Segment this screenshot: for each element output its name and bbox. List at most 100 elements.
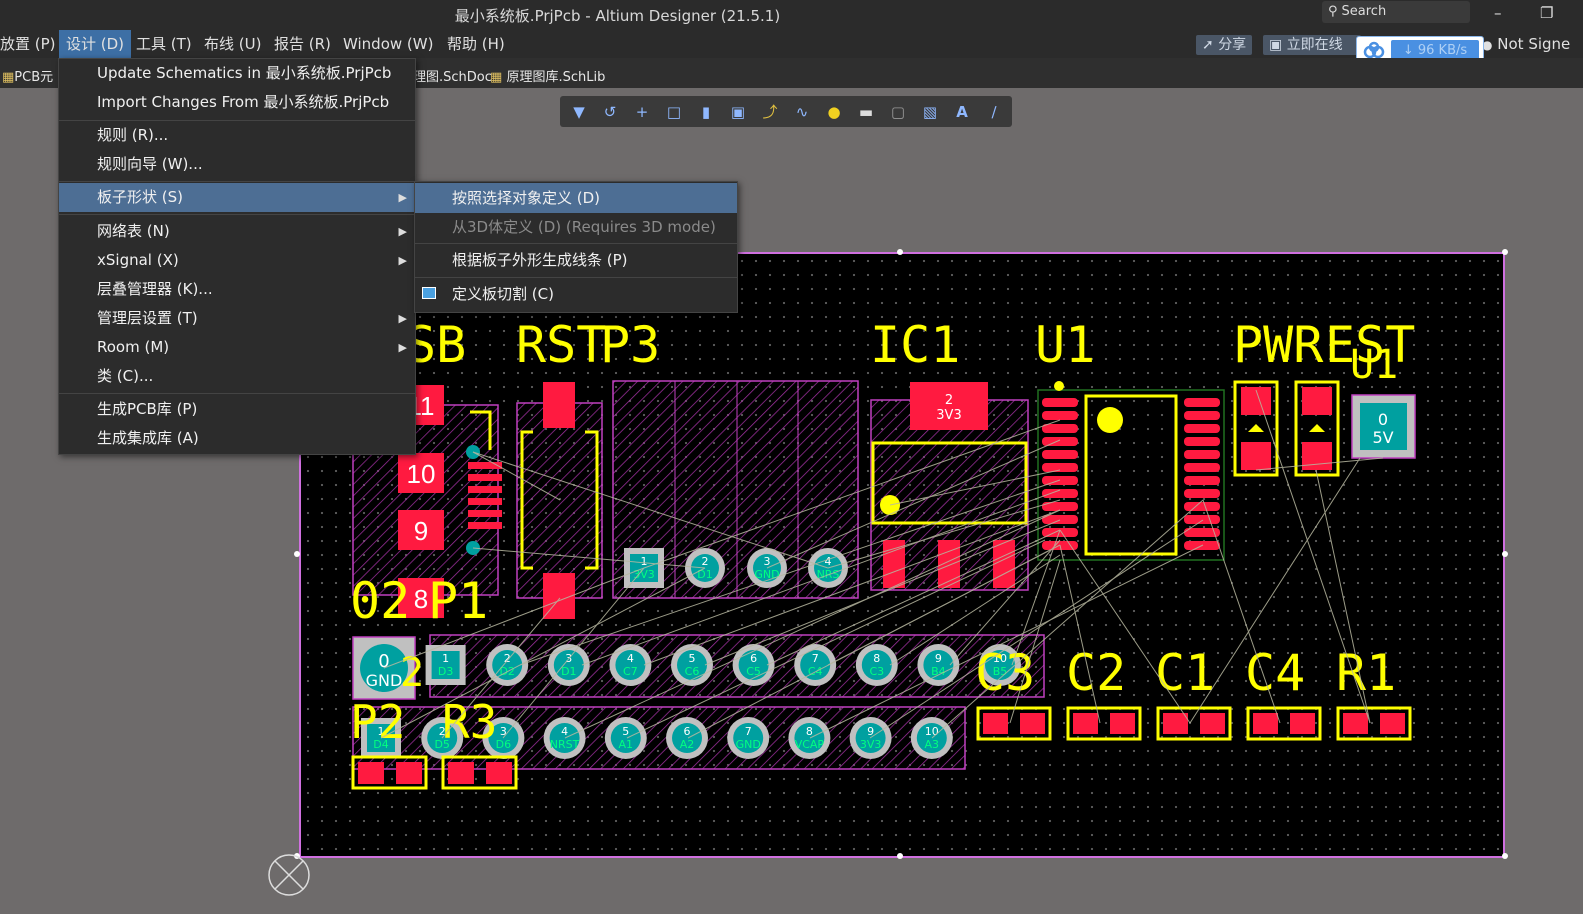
smd-pad [1163,713,1188,734]
menu-item-label: 规则 (R)... [97,126,169,144]
u1-pads [1042,398,1220,550]
menu-item-rules[interactable]: 规则 (R)... [59,121,415,150]
pad-net: A3 [925,738,940,751]
pad-number: 0 [378,651,389,672]
pad-number: 8 [806,725,813,738]
led-footprints [1233,380,1340,477]
menu-separator [59,393,415,394]
pad-net: 3V3 [633,568,655,581]
chevron-right-icon: ▶ [398,312,407,325]
pad-number: 1 [442,652,449,665]
menu-item-label: xSignal (X) [97,251,179,269]
menu-item-label: Update Schematics in 最小系统板.PrjPcb [97,64,392,82]
pad-number: 7 [745,725,752,738]
menu-item-label: 生成PCB库 (P) [97,400,198,418]
designator-u1-power: U1 [1350,342,1398,388]
menu-item-xsignal[interactable]: xSignal (X) ▶ [59,246,415,275]
smd-pad [1073,713,1098,734]
pad-net: VCAP [795,738,825,751]
submenu-item-label: 按照选择对象定义 (D) [452,189,601,207]
smd-pad [1253,713,1278,734]
pad-net: A2 [680,738,695,751]
smd-pad [1020,713,1045,734]
submenu-item-label: 根据板子外形生成线条 (P) [452,251,628,269]
pad-number: 6 [750,652,757,665]
pad-net: 3V3 [860,738,882,751]
pad-number: 2 [702,555,709,568]
pad-net: D1 [697,568,712,581]
submenu-item-define-from-selection[interactable]: 按照选择对象定义 (D) [415,183,737,213]
submenu-item-define-from-3d: 从3D体定义 (D) (Requires 3D mode) [415,212,737,242]
menu-item-label: 类 (C)... [97,367,154,385]
menu-item-board-shape[interactable]: 板子形状 (S) ▶ [59,183,415,212]
menu-separator [415,243,737,244]
smd-pad [983,713,1008,734]
menu-item-import-changes[interactable]: Import Changes From 最小系统板.PrjPcb [59,88,415,117]
designator-u1: U1 [1035,316,1095,374]
menu-item-label: 规则向导 (W)... [97,155,203,173]
menu-item-make-pcb-lib[interactable]: 生成PCB库 (P) [59,395,415,424]
submenu-item-label: 定义板切割 (C) [452,285,554,303]
pad-net: B4 [931,665,946,678]
pad-net: C3 [869,665,884,678]
pad-number: 3 [764,555,771,568]
smd-pad [1380,713,1405,734]
design-menu: Update Schematics in 最小系统板.PrjPcb Import… [58,58,416,455]
designator-ic1: IC1 [870,316,960,374]
menu-separator [59,181,415,182]
designator-02: 02 [350,572,410,630]
pad-net: GND [366,671,403,690]
ic1-pad-net: 3V3 [936,408,961,423]
pad-number: 5 [622,725,629,738]
u1-pin1-dot [1097,407,1123,433]
menu-item-update-schematics[interactable]: Update Schematics in 最小系统板.PrjPcb [59,59,415,88]
menu-item-label: 网络表 (N) [97,222,170,240]
capacitor-footprints [976,706,1412,741]
pad-number: 4 [561,725,568,738]
menu-item-netlist[interactable]: 网络表 (N) ▶ [59,217,415,246]
menu-item-manage-layers[interactable]: 管理层设置 (T) ▶ [59,304,415,333]
menu-item-label: 层叠管理器 (K)... [97,280,213,298]
ic1-pad-number: 2 [945,393,953,408]
power-pad-number: 0 [1378,410,1388,429]
pad-net: D3 [438,665,453,678]
menu-item-label: 管理层设置 (T) [97,309,198,327]
pad-net: NRST [550,738,580,751]
board-shape-submenu: 按照选择对象定义 (D) 从3D体定义 (D) (Requires 3D mod… [414,181,738,313]
pad-net: A1 [619,738,634,751]
pad-net: GND [754,568,779,581]
pad-number: 4 [825,555,832,568]
submenu-item-board-cutout[interactable]: 定义板切割 (C) [415,279,737,309]
chevron-right-icon: ▶ [398,341,407,354]
designator-r3: R3 [442,695,497,749]
designator-c2: C2 [1066,644,1126,702]
pad-number: 10 [925,725,939,738]
designator-r1: R1 [1336,644,1396,702]
pad-number: 6 [684,725,691,738]
usb-pad-number: 9 [414,516,428,546]
pad-net: D1 [561,665,576,678]
rst-pad [543,382,575,428]
menu-item-classes[interactable]: 类 (C)... [59,362,415,391]
designator-pwr: PWR [1233,316,1324,374]
usb-pad-number: 10 [407,459,436,489]
submenu-item-create-lines[interactable]: 根据板子外形生成线条 (P) [415,245,737,275]
menu-item-label: 生成集成库 (A) [97,429,199,447]
menu-item-room[interactable]: Room (M) ▶ [59,333,415,362]
designator-p1: P1 [428,572,488,630]
menu-item-label: Import Changes From 最小系统板.PrjPcb [97,93,390,111]
pad-number: 7 [812,652,819,665]
menu-item-label: Room (M) [97,338,170,356]
designator-c1: C1 [1155,644,1215,702]
pad-number: 9 [935,652,942,665]
menu-item-rules-wizard[interactable]: 规则向导 (W)... [59,150,415,179]
menu-item-layer-stack[interactable]: 层叠管理器 (K)... [59,275,415,304]
menu-item-make-integrated-lib[interactable]: 生成集成库 (A) [59,424,415,453]
smd-pad [1290,713,1315,734]
submenu-item-label: 从3D体定义 (D) (Requires 3D mode) [452,218,716,236]
pad-net: D6 [496,738,511,751]
origin-marker [268,854,310,896]
smd-pad [1110,713,1135,734]
board-cutout-icon [422,287,436,299]
chevron-right-icon: ▶ [398,254,407,267]
